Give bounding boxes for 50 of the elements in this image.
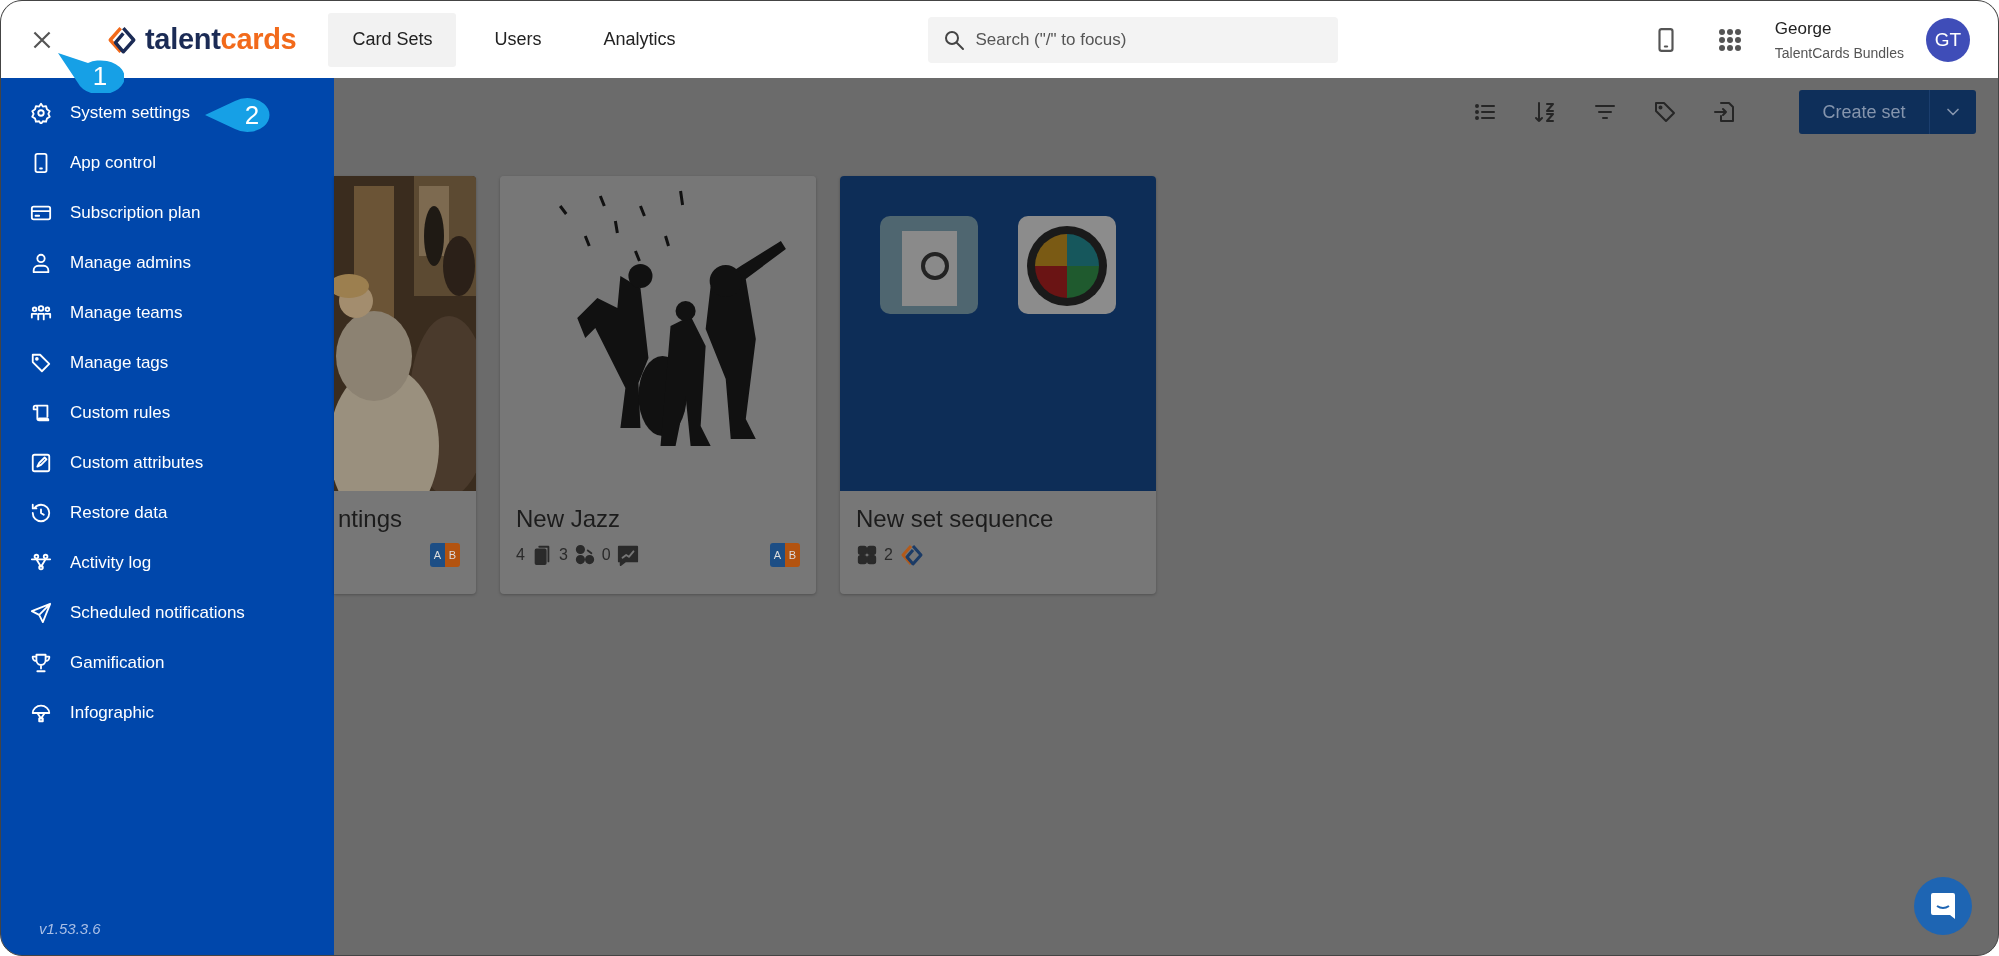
card-title: New set sequence: [856, 505, 1055, 533]
menu-item[interactable]: Manage admins: [1, 238, 191, 288]
paper-plane-icon: [30, 602, 52, 624]
menu-item[interactable]: Manage tags: [1, 338, 169, 388]
sort-icon: [1533, 100, 1557, 124]
menu-item[interactable]: Custom attributes: [1, 438, 204, 488]
person-icon: [30, 252, 52, 274]
stat-count: 2: [884, 546, 893, 564]
card-title: ntings: [338, 505, 404, 533]
nav-tab[interactable]: Analytics: [579, 12, 700, 67]
menu-item[interactable]: Custom rules: [1, 388, 171, 438]
search-field[interactable]: Search ("/" to focus): [927, 16, 1338, 63]
history-icon: [30, 502, 52, 524]
menu-item[interactable]: Manage teams: [1, 288, 183, 338]
menu-item[interactable]: App control: [1, 138, 156, 188]
signature-icon: [616, 544, 639, 566]
nav-tab[interactable]: Users: [470, 12, 566, 67]
tag-icon: [30, 352, 52, 374]
card-set[interactable]: New Jazz 4 3 0 A B: [500, 176, 816, 594]
organization-name: TalentCards Bundles: [1774, 44, 1904, 61]
card-set[interactable]: New set sequence 2: [840, 176, 1156, 594]
chat-icon: [1930, 892, 1956, 920]
stat-count: 0: [601, 546, 611, 564]
menu-item[interactable]: Infographic: [1, 688, 155, 738]
import-icon: [1713, 100, 1737, 124]
trophy-icon: [30, 652, 52, 674]
numbered-callout: 1: [58, 53, 124, 93]
user-name: George: [1774, 18, 1833, 39]
stat-count: 4: [516, 546, 525, 564]
parachute-icon: [30, 702, 52, 724]
scroll-icon: [30, 402, 52, 424]
card-set[interactable]: ntings A B: [334, 176, 476, 594]
edit-square-icon: [30, 452, 52, 474]
network-icon: [573, 544, 596, 566]
version-label: v1.53.3.6: [38, 920, 102, 939]
tag-icon: [1653, 100, 1677, 124]
menu-item[interactable]: Subscription plan: [1, 188, 201, 238]
menu-item[interactable]: Restore data: [1, 488, 168, 538]
card-title: New Jazz: [516, 505, 622, 533]
gear-icon: [30, 102, 52, 124]
user-avatar[interactable]: GT: [1926, 17, 1970, 62]
menu-item[interactable]: Scheduled notifications: [1, 588, 245, 638]
logo-text: talentcards: [145, 23, 297, 56]
create-set-button[interactable]: Create set: [1799, 90, 1976, 134]
grid-icon: [856, 544, 878, 566]
apps-grid-icon[interactable]: [1718, 28, 1741, 51]
menu-item[interactable]: Gamification: [1, 638, 165, 688]
nav-tab[interactable]: Card Sets: [328, 12, 457, 67]
stat-count: 3: [558, 546, 568, 564]
menu-item[interactable]: Activity log: [1, 538, 152, 588]
